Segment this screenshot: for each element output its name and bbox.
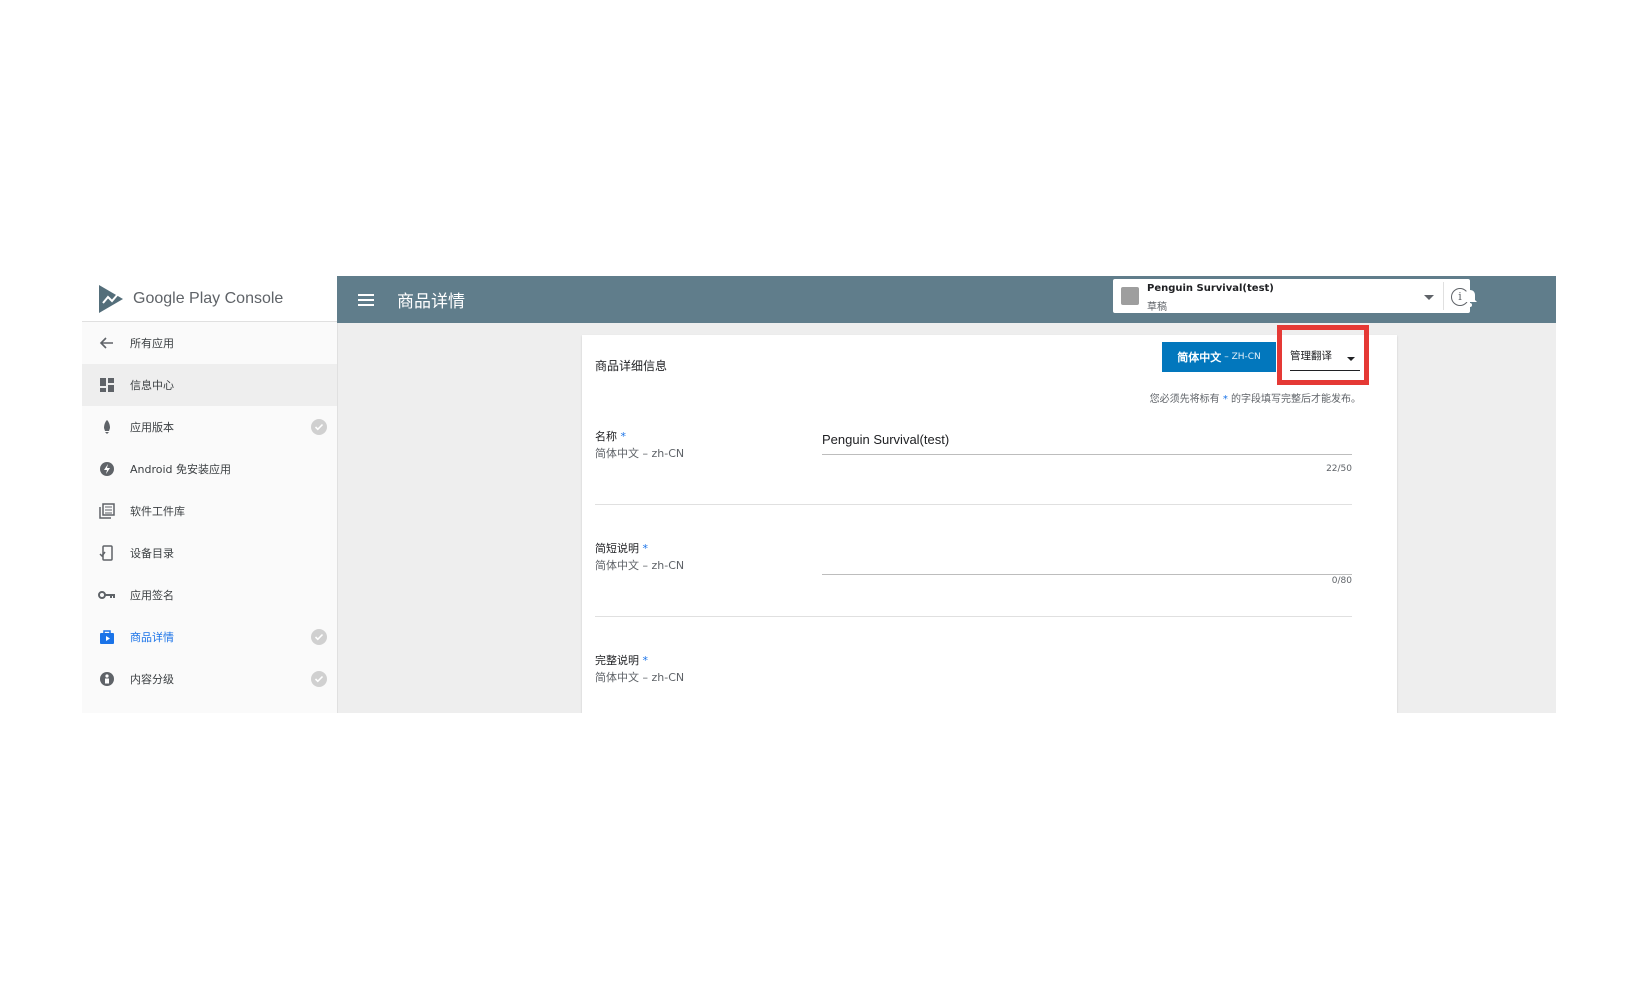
sidebar-item-instant-apps[interactable]: Android 免安装应用 (82, 448, 337, 490)
brand-logo[interactable]: Google Play Console (82, 276, 337, 322)
required-fields-notice: 您必须先将标有 * 的字段填写完整后才能发布。 (1149, 394, 1361, 405)
check-circle-icon (311, 629, 327, 645)
sidebar-item-label: 内容分级 (130, 673, 174, 686)
android-app-icon (1121, 287, 1139, 305)
sidebar-item-device-catalog[interactable]: 设备目录 (82, 532, 337, 574)
app-name: Penguin Survival(test) (1147, 283, 1274, 294)
divider (1443, 282, 1444, 310)
sidebar-item-content-rating[interactable]: 内容分级 (82, 658, 337, 700)
language-label: 简体中文 (1177, 351, 1222, 364)
store-listing-card: 商品详细信息 简体中文 – ZH-CN 管理翻译 您必须先将标有 * 的字段填写… (582, 325, 1397, 713)
sidebar-item-label: 商品详情 (130, 631, 174, 644)
sidebar-item-store-listing[interactable]: 商品详情 (82, 616, 337, 658)
rocket-icon (97, 417, 117, 437)
field-locale: 简体中文 – zh-CN (595, 447, 685, 460)
highlight-box: 管理翻译 (1277, 325, 1369, 385)
language-button[interactable]: 简体中文 – ZH-CN (1162, 342, 1276, 372)
check-circle-icon (311, 419, 327, 435)
sidebar-item-label: 所有应用 (130, 337, 174, 350)
sidebar-item-label: 设备目录 (130, 547, 174, 560)
check-circle-icon (311, 671, 327, 687)
sidebar-item-dashboard[interactable]: 信息中心 (82, 364, 337, 406)
play-console-window: Google Play Console 所有应用 信息中心 应用版本 Andro… (82, 276, 1556, 713)
play-console-logo-icon (99, 284, 123, 313)
manage-translations-label: 管理翻译 (1290, 350, 1332, 362)
chevron-down-icon (1424, 295, 1434, 300)
card-title: 商品详细信息 (595, 359, 668, 373)
device-catalog-icon (97, 543, 117, 563)
library-icon (97, 501, 117, 521)
content-rating-icon (97, 669, 117, 689)
char-counter: 22/50 (1326, 464, 1352, 474)
sidebar-item-label: 应用版本 (130, 421, 174, 434)
sidebar-item-label: 软件工件库 (130, 505, 185, 518)
divider (595, 616, 1352, 617)
sidebar-item-artifact-library[interactable]: 软件工件库 (82, 490, 337, 532)
field-label: 完整说明 * (595, 654, 648, 667)
field-label: 名称 * (595, 430, 626, 443)
caret-down-icon (1347, 357, 1355, 361)
sidebar-item-app-releases[interactable]: 应用版本 (82, 406, 337, 448)
brand-name: Google Play (133, 289, 221, 307)
key-icon (97, 585, 117, 605)
top-app-bar: 商品详情 Penguin Survival(test) 草稿 i (337, 276, 1556, 323)
sidebar-item-label: 信息中心 (130, 379, 174, 392)
sidebar: Google Play Console 所有应用 信息中心 应用版本 Andro… (82, 276, 338, 713)
sidebar-item-label: 应用签名 (130, 589, 174, 602)
page-title: 商品详情 (397, 292, 465, 312)
short-description-input[interactable] (822, 552, 1352, 575)
title-input[interactable]: Penguin Survival(test) (822, 432, 1352, 455)
manage-translations-dropdown[interactable]: 管理翻译 (1290, 348, 1360, 371)
sidebar-item-all-apps[interactable]: 所有应用 (82, 322, 337, 364)
notifications-bell-icon[interactable] (1460, 288, 1480, 308)
app-status: 草稿 (1147, 302, 1167, 313)
char-counter: 0/80 (1331, 576, 1352, 586)
sidebar-item-app-signing[interactable]: 应用签名 (82, 574, 337, 616)
arrow-back-icon (97, 333, 117, 353)
brand-suffix: Console (224, 289, 284, 307)
store-listing-icon (97, 627, 117, 647)
sidebar-item-label: Android 免安装应用 (130, 463, 232, 476)
instant-app-icon (97, 459, 117, 479)
app-selector[interactable]: Penguin Survival(test) 草稿 i (1113, 279, 1470, 313)
menu-icon[interactable] (355, 289, 377, 311)
field-locale: 简体中文 – zh-CN (595, 671, 685, 684)
language-code: – ZH-CN (1224, 352, 1261, 362)
field-locale: 简体中文 – zh-CN (595, 559, 685, 572)
dashboard-icon (97, 375, 117, 395)
divider (595, 504, 1352, 505)
field-label: 简短说明 * (595, 542, 648, 555)
